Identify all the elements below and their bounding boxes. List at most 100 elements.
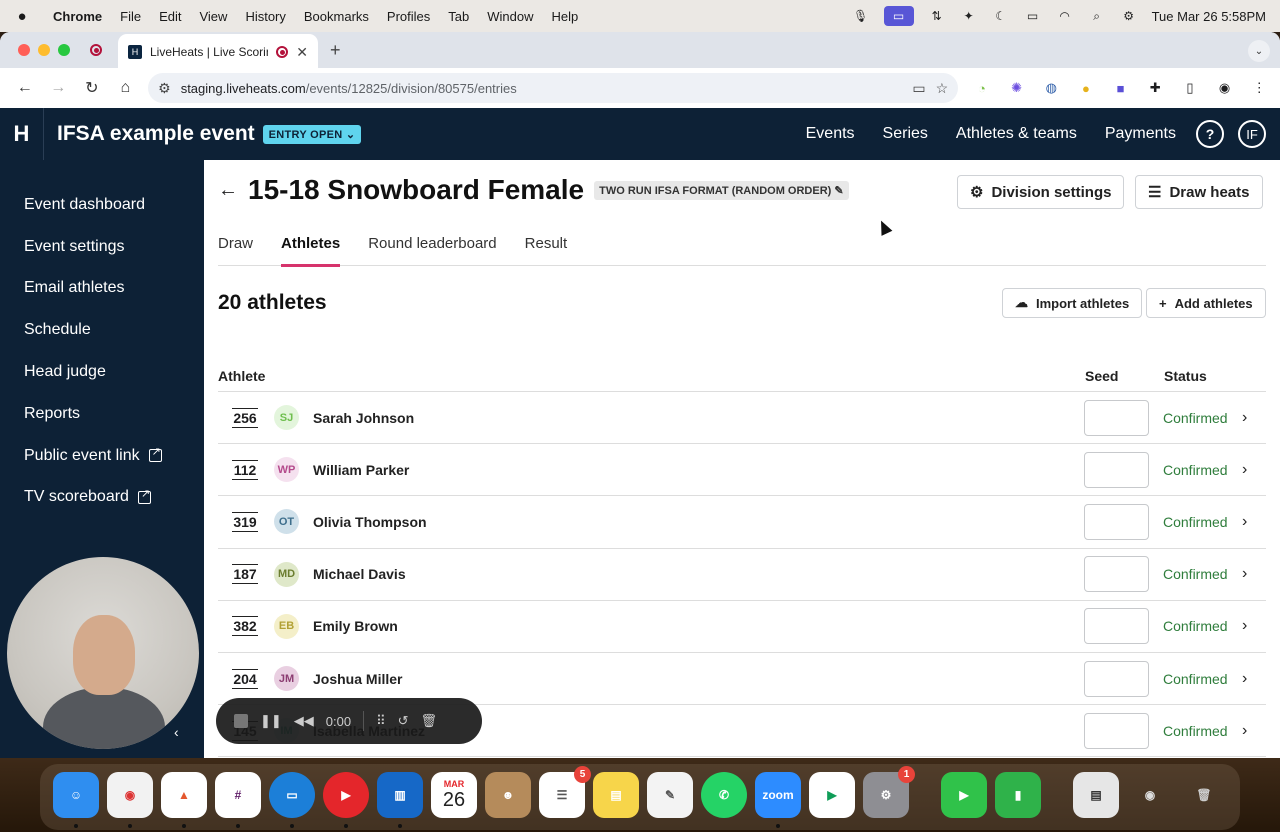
sidebar-item-tv-scoreboard[interactable]: TV scoreboard (0, 477, 204, 519)
entry-status-dropdown[interactable]: ENTRY OPEN ⌄ (262, 124, 362, 144)
tab-search-chevron-icon[interactable]: ⌄ (1248, 40, 1270, 62)
spotlight-search-icon[interactable]: ⌕ (1088, 9, 1106, 23)
clickup-icon[interactable]: ▲ (161, 772, 207, 828)
forward-arrow-icon[interactable]: → (44, 73, 74, 103)
facetime-icon[interactable]: ▶ (941, 772, 987, 818)
nav-series[interactable]: Series (883, 125, 928, 143)
pause-icon[interactable]: ❚❚ (260, 713, 282, 729)
chevron-right-icon[interactable]: › (1242, 617, 1247, 635)
seed-input[interactable] (1084, 399, 1149, 436)
tab-draw[interactable]: Draw (218, 220, 253, 266)
seed-input[interactable] (1084, 451, 1149, 488)
trash-icon[interactable]: 🗑 (421, 713, 438, 729)
menu-help[interactable]: Help (543, 9, 588, 24)
table-row[interactable]: 112 WP William Parker Confirmed › (218, 444, 1266, 497)
extension-purple-icon[interactable]: ✺ (1006, 77, 1028, 99)
home-icon[interactable]: ⌂ (111, 73, 141, 103)
nav-payments[interactable]: Payments (1105, 125, 1176, 143)
side-panel-icon[interactable]: ▯ (1179, 77, 1201, 99)
zoom-icon[interactable]: zoom (755, 772, 801, 828)
tab-athletes[interactable]: Athletes (281, 220, 341, 267)
menu-bookmarks[interactable]: Bookmarks (295, 9, 378, 24)
chevron-right-icon[interactable]: › (1242, 565, 1247, 583)
battery-icon[interactable]: ▭ (1024, 9, 1042, 23)
draw-heats-button[interactable]: ☰ Draw heats (1135, 175, 1263, 209)
screen-recorder-icon[interactable]: ▶ (323, 772, 369, 828)
chrome-icon[interactable]: ◉ (107, 772, 153, 828)
wifi-icon[interactable]: ◠ (1056, 9, 1074, 23)
chevron-right-icon[interactable]: › (1242, 513, 1247, 531)
menu-edit[interactable]: Edit (150, 9, 190, 24)
format-chip[interactable]: TWO RUN IFSA FORMAT (RANDOM ORDER) ✎ (594, 180, 849, 200)
back-arrow-icon[interactable]: ← (10, 73, 40, 103)
athlete-name[interactable]: Michael Davis (313, 566, 406, 582)
profile-avatar-icon[interactable]: ◉ (1214, 77, 1236, 99)
microphone-icon[interactable]: 🎙 (852, 9, 870, 23)
notes-icon[interactable]: ▤ (593, 772, 639, 818)
table-row[interactable]: 382 EB Emily Brown Confirmed › (218, 601, 1266, 653)
messages-icon[interactable]: ▭ (269, 772, 315, 828)
import-athletes-button[interactable]: ☁ Import athletes (1002, 288, 1143, 318)
menubar-datetime[interactable]: Tue Mar 26 5:58PM (1152, 9, 1266, 24)
screen-mirror-icon[interactable]: ▭ (883, 6, 914, 26)
sidebar-item-event-settings[interactable]: Event settings (0, 226, 204, 268)
chevron-right-icon[interactable]: › (1242, 670, 1247, 688)
seed-input[interactable] (1084, 712, 1149, 749)
sidebar-item-email-athletes[interactable]: Email athletes (0, 268, 204, 310)
browser-tab[interactable]: H LiveHeats | Live Scoring a ✕ (118, 34, 318, 70)
extension-d-icon[interactable]: ■ (1110, 77, 1132, 99)
finder-icon[interactable]: ☺ (53, 772, 99, 828)
athlete-name[interactable]: Joshua Miller (313, 671, 402, 687)
calendar-icon[interactable]: MAR 26 (431, 772, 477, 818)
reload-icon[interactable]: ↻ (77, 73, 107, 103)
extension-status-icon[interactable]: ✦ (960, 9, 978, 23)
whatsapp-icon[interactable]: ✆ (701, 772, 747, 818)
menu-app-name[interactable]: Chrome (44, 9, 111, 24)
minimize-window-button[interactable] (38, 44, 50, 56)
control-center-icon[interactable]: ⚙ (1120, 9, 1138, 23)
seed-input[interactable] (1084, 556, 1149, 593)
chrome-window-preview-icon[interactable]: ◉ (1127, 772, 1173, 818)
close-tab-icon[interactable]: ✕ (296, 44, 308, 61)
slack-icon[interactable]: # (215, 772, 261, 828)
extension-bulb-icon[interactable]: ● (1075, 77, 1097, 99)
table-row[interactable]: 187 MD Michael Davis Confirmed › (218, 549, 1266, 601)
seed-input[interactable] (1084, 608, 1149, 645)
chevron-right-icon[interactable]: › (1242, 722, 1247, 740)
site-info-icon[interactable]: ⚙ (158, 80, 171, 97)
trello-icon[interactable]: ▥ (377, 772, 423, 828)
sidebar-item-reports[interactable]: Reports (0, 393, 204, 435)
stop-recording-icon[interactable] (234, 714, 248, 728)
help-button[interactable]: ? (1196, 120, 1224, 148)
close-window-button[interactable] (18, 44, 30, 56)
textedit-icon[interactable]: ✎ (647, 772, 693, 818)
sidebar-item-head-judge[interactable]: Head judge (0, 351, 204, 393)
contacts-icon[interactable]: ☻ (485, 772, 531, 818)
nav-events[interactable]: Events (806, 125, 855, 143)
recording-tab-icon[interactable] (84, 44, 108, 56)
reminders-icon[interactable]: ☰ 5 (539, 766, 591, 818)
table-row[interactable]: 319 OT Olivia Thompson Confirmed › (218, 496, 1266, 549)
sidebar-item-event-dashboard[interactable]: Event dashboard (0, 184, 204, 226)
focus-moon-icon[interactable]: ☾ (992, 9, 1010, 23)
user-avatar[interactable]: IF (1238, 120, 1266, 148)
menu-history[interactable]: History (236, 9, 294, 24)
liveheats-logo[interactable]: H (0, 108, 44, 160)
numbers-icon[interactable]: ▮ (995, 772, 1041, 818)
menu-file[interactable]: File (111, 9, 150, 24)
new-tab-icon[interactable]: + (330, 40, 341, 61)
menu-view[interactable]: View (190, 9, 236, 24)
nav-athletes-teams[interactable]: Athletes & teams (956, 125, 1077, 143)
system-settings-icon[interactable]: ⚙ 1 (863, 766, 915, 818)
menu-window[interactable]: Window (478, 9, 542, 24)
rewind-icon[interactable]: ◀◀ (294, 713, 314, 729)
menu-tab[interactable]: Tab (439, 9, 478, 24)
sidebar-item-schedule[interactable]: Schedule (0, 309, 204, 351)
division-settings-button[interactable]: ⚙ Division settings (957, 175, 1125, 209)
collapse-sidebar-icon[interactable]: ‹ (174, 724, 179, 740)
seed-input[interactable] (1084, 503, 1149, 540)
athlete-name[interactable]: Emily Brown (313, 618, 398, 634)
tab-result[interactable]: Result (525, 220, 568, 266)
bookmark-star-icon[interactable]: ☆ (936, 80, 949, 97)
downloads-stack-icon[interactable]: ▤ (1073, 772, 1119, 818)
